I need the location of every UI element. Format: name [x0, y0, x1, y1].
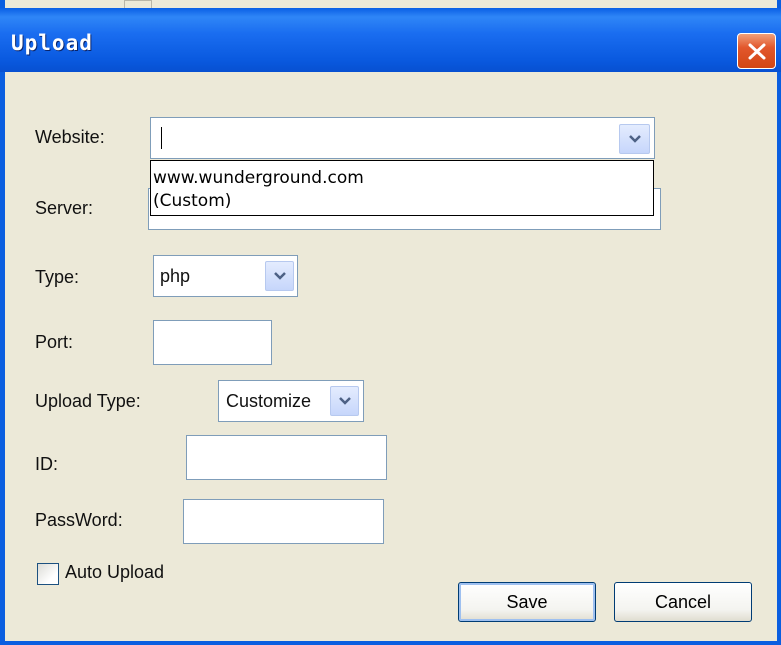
type-value: php: [160, 266, 191, 286]
cancel-button[interactable]: Cancel: [614, 582, 752, 622]
server-label: Server:: [35, 198, 94, 218]
website-dropdown-button[interactable]: [619, 124, 650, 154]
type-label: Type:: [35, 267, 80, 287]
port-field[interactable]: [153, 320, 272, 365]
type-dropdown-button[interactable]: [265, 261, 294, 291]
website-dropdown-list[interactable]: www.wunderground.com (Custom): [150, 160, 654, 216]
close-icon: [748, 43, 766, 60]
close-button[interactable]: [737, 33, 776, 69]
auto-upload-checkbox[interactable]: [37, 563, 59, 585]
upload-type-value: Customize: [226, 391, 312, 411]
type-select[interactable]: php: [153, 255, 298, 297]
title-bar[interactable]: Upload: [0, 8, 781, 72]
text-cursor: [161, 127, 162, 149]
auto-upload-label[interactable]: Auto Upload: [65, 562, 164, 583]
chevron-down-icon: [628, 135, 641, 143]
id-label: ID:: [35, 454, 59, 474]
upload-type-select[interactable]: Customize: [218, 380, 364, 422]
website-label: Website:: [35, 127, 105, 147]
password-field[interactable]: [183, 499, 384, 544]
website-option-custom[interactable]: (Custom): [153, 190, 231, 212]
chevron-down-icon: [338, 397, 351, 405]
upload-type-label: Upload Type:: [35, 391, 141, 411]
upload-dialog: [0, 0, 781, 645]
save-button[interactable]: Save: [458, 582, 596, 622]
id-field[interactable]: [186, 435, 387, 480]
save-button-label: Save: [506, 592, 548, 612]
upload-type-dropdown-button[interactable]: [330, 386, 359, 416]
background-window-edge: [124, 0, 152, 8]
website-option-wunderground[interactable]: www.wunderground.com: [153, 167, 364, 189]
website-combobox[interactable]: [150, 117, 655, 159]
cancel-button-label: Cancel: [654, 592, 712, 612]
password-label: PassWord:: [35, 510, 123, 530]
port-label: Port:: [35, 332, 74, 352]
dialog-title: Upload: [11, 31, 93, 55]
chevron-down-icon: [273, 272, 286, 280]
